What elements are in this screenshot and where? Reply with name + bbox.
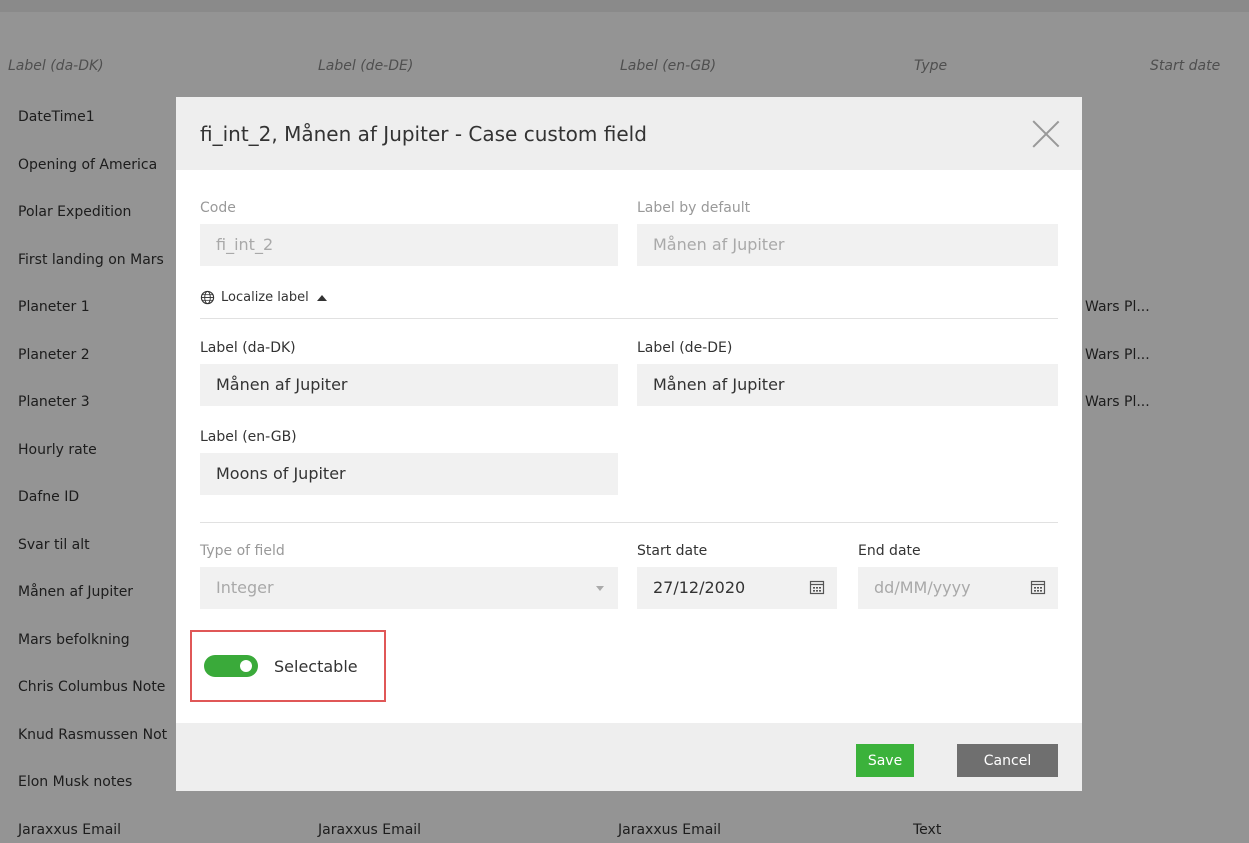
label-da-label: Label (da-DK) [200,340,296,356]
localize-label-toggle[interactable]: Localize label [200,290,327,305]
divider [200,522,1058,523]
selectable-highlight: Selectable [190,630,386,702]
calendar-icon[interactable] [809,579,825,595]
code-label: Code [200,200,236,216]
custom-field-dialog: fi_int_2, Månen af Jupiter - Case custom… [176,97,1082,791]
label-en-label: Label (en-GB) [200,429,297,445]
end-date-placeholder: dd/MM/yyyy [874,578,971,597]
divider [200,318,1058,319]
dialog-header: fi_int_2, Månen af Jupiter - Case custom… [176,97,1082,170]
globe-icon [200,290,215,305]
label-de-input[interactable]: Månen af Jupiter [637,364,1058,406]
label-en-input[interactable]: Moons of Jupiter [200,453,618,495]
type-of-field-label: Type of field [200,543,285,559]
start-date-input[interactable]: 27/12/2020 [637,567,837,609]
label-de-label: Label (de-DE) [637,340,733,356]
cancel-button[interactable]: Cancel [957,744,1058,777]
type-of-field-value: Integer [216,578,274,597]
label-default-label: Label by default [637,200,751,216]
close-icon[interactable] [1032,120,1060,148]
dialog-footer: Save Cancel [176,723,1082,791]
label-default-field: Månen af Jupiter [637,224,1058,266]
save-button[interactable]: Save [856,744,914,777]
selectable-label: Selectable [274,656,358,676]
selectable-toggle[interactable] [204,655,258,677]
label-da-input[interactable]: Månen af Jupiter [200,364,618,406]
dialog-title: fi_int_2, Månen af Jupiter - Case custom… [200,121,647,146]
type-of-field-select: Integer [200,567,618,609]
calendar-icon[interactable] [1030,579,1046,595]
code-field: fi_int_2 [200,224,618,266]
chevron-down-icon [596,586,604,591]
start-date-label: Start date [637,543,708,559]
start-date-value: 27/12/2020 [653,578,746,597]
caret-up-icon [316,294,327,301]
end-date-label: End date [858,543,921,559]
localize-label-text: Localize label [221,290,309,305]
end-date-input[interactable]: dd/MM/yyyy [858,567,1058,609]
